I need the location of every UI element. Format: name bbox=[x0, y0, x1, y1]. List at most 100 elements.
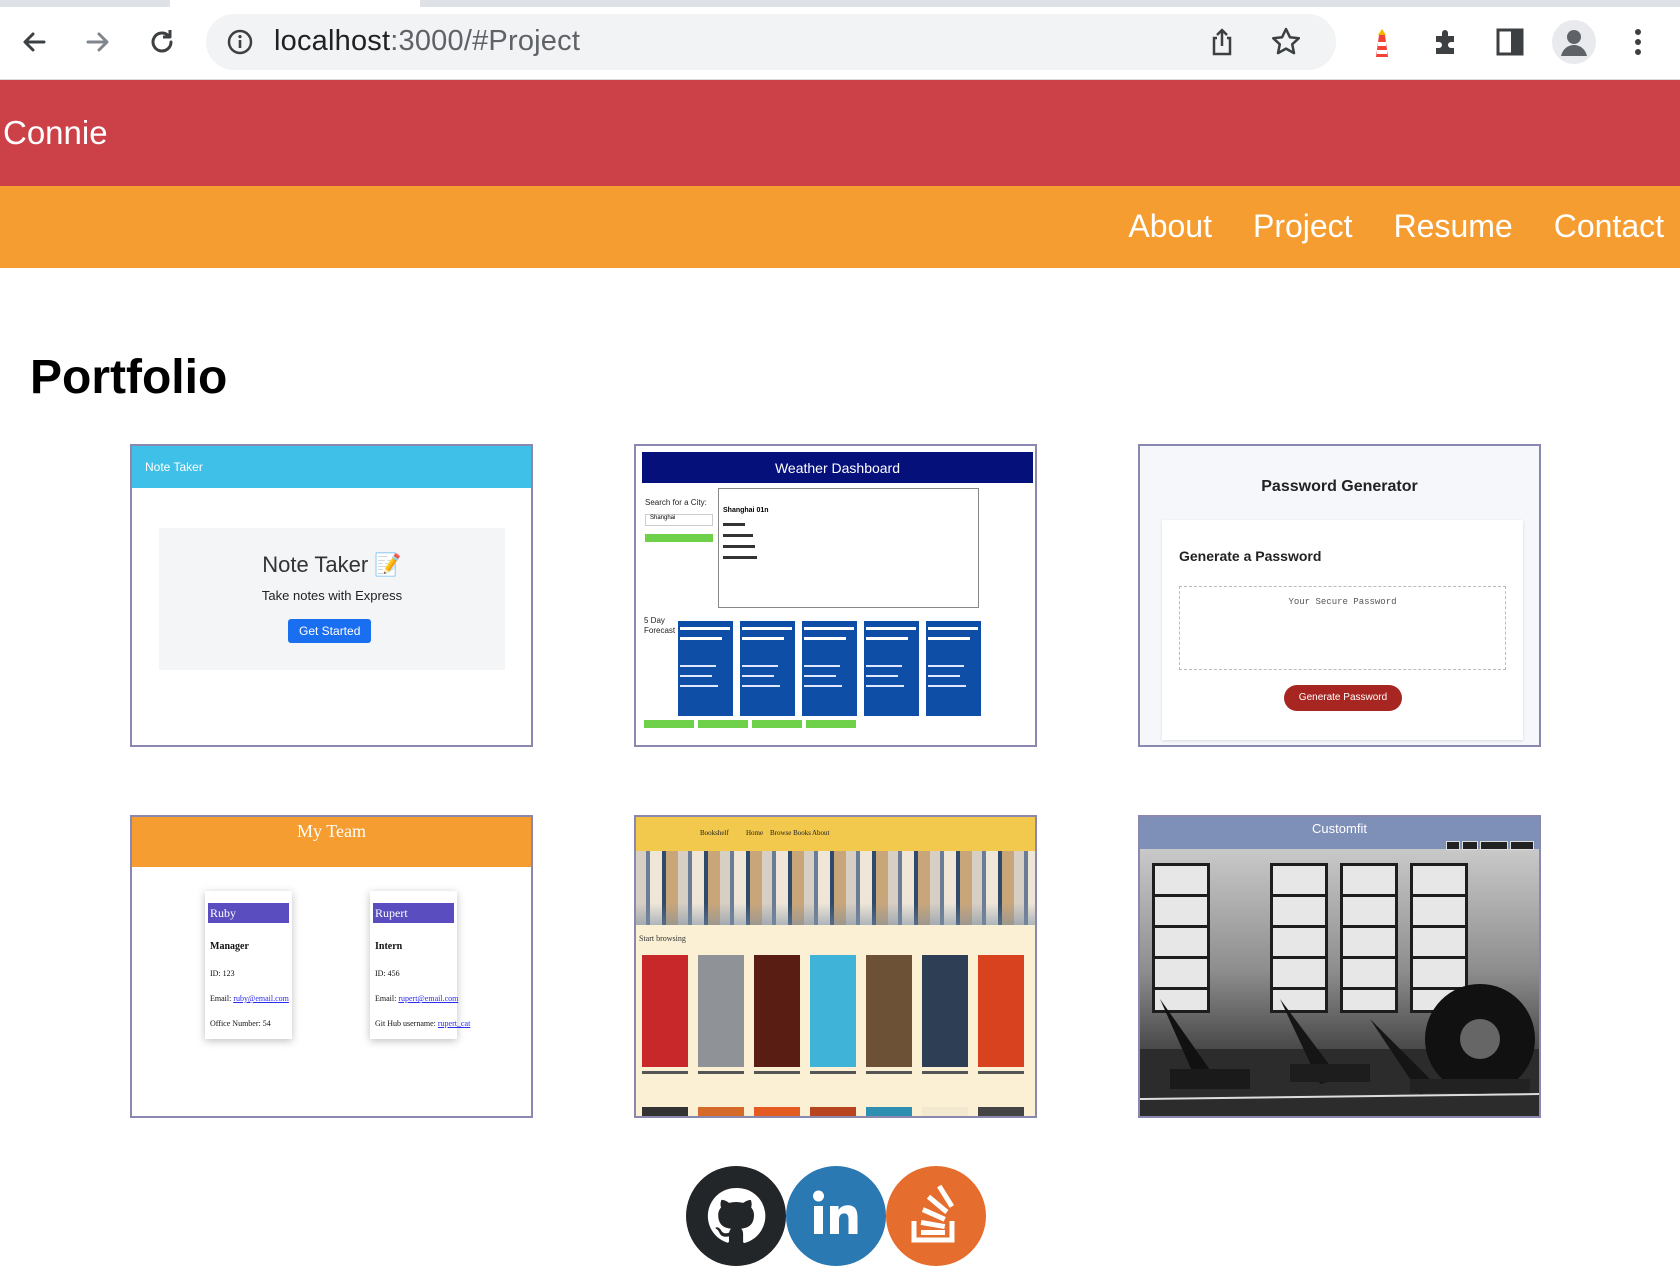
history-button bbox=[806, 720, 856, 728]
password-generator-screenshot: Password Generator Generate a Password Y… bbox=[1140, 446, 1539, 745]
weather-search-input: Shanghai bbox=[645, 514, 713, 526]
team-member-role: Manager bbox=[210, 941, 249, 952]
book-cover bbox=[754, 1107, 800, 1116]
forward-arrow-icon[interactable] bbox=[76, 20, 120, 64]
bookshelf-browse-section: Start browsing bbox=[636, 925, 1035, 1116]
forecast-day-card bbox=[926, 621, 981, 716]
forecast-day-card bbox=[802, 621, 857, 716]
site-header: Connie bbox=[0, 80, 1680, 186]
gym-equipment-illustration bbox=[1140, 984, 1539, 1116]
password-textarea: Your Secure Password bbox=[1179, 586, 1506, 670]
project-card-password-generator[interactable]: Password Generator Generate a Password Y… bbox=[1138, 444, 1541, 747]
main-nav: About Project Resume Contact bbox=[0, 186, 1680, 268]
team-member-email: Email: rupert@email.com bbox=[375, 994, 458, 1003]
stackoverflow-icon[interactable] bbox=[886, 1166, 986, 1266]
password-panel-heading: Generate a Password bbox=[1179, 548, 1322, 564]
url-host: localhost bbox=[274, 25, 391, 57]
active-tab[interactable] bbox=[170, 0, 420, 7]
history-button bbox=[752, 720, 802, 728]
nav-contact[interactable]: Contact bbox=[1554, 208, 1664, 245]
linkedin-icon[interactable] bbox=[786, 1166, 886, 1266]
profile-icon[interactable] bbox=[1552, 20, 1596, 64]
note-taker-navbar: Note Taker bbox=[132, 446, 531, 488]
weather-detail-line bbox=[723, 523, 745, 526]
customfit-nav-pill bbox=[1462, 841, 1478, 850]
kebab-menu-icon[interactable] bbox=[1616, 20, 1660, 64]
forecast-day-card bbox=[740, 621, 795, 716]
bookshelf-hero-shade bbox=[636, 851, 1035, 925]
project-card-my-team[interactable]: My Team Ruby Manager ID: 123 Email: ruby… bbox=[130, 815, 533, 1118]
book-cover bbox=[866, 955, 912, 1074]
bookshelf-nav-about: About bbox=[812, 829, 830, 837]
team-member-card: Ruby Manager ID: 123 Email: ruby@email.c… bbox=[205, 891, 292, 1039]
bookshelf-nav-home: Home bbox=[746, 829, 764, 837]
book-cover bbox=[698, 955, 744, 1074]
book-cover bbox=[922, 1107, 968, 1116]
weather-city-line: Shanghai 01n bbox=[723, 507, 769, 514]
team-member-id: ID: 456 bbox=[375, 969, 400, 978]
share-icon[interactable] bbox=[1206, 26, 1238, 58]
book-cover bbox=[978, 1107, 1024, 1116]
password-placeholder: Your Secure Password bbox=[1288, 597, 1397, 607]
customfit-nav-pill bbox=[1480, 841, 1508, 850]
project-card-weather-dashboard[interactable]: Weather Dashboard Search for a City: Sha… bbox=[634, 444, 1037, 747]
weather-title: Weather Dashboard bbox=[774, 460, 901, 476]
book-cover bbox=[810, 1107, 856, 1116]
team-header: My Team bbox=[132, 817, 531, 867]
password-panel: Generate a Password Your Secure Password… bbox=[1162, 520, 1523, 740]
nav-resume[interactable]: Resume bbox=[1394, 208, 1513, 245]
book-cover bbox=[642, 1107, 688, 1116]
team-member-github-label: Git Hub username: bbox=[375, 1019, 436, 1028]
weather-header: Weather Dashboard bbox=[642, 452, 1033, 483]
weather-search-label: Search for a City: bbox=[645, 498, 707, 507]
team-title: My Team bbox=[297, 821, 366, 841]
weather-search-button bbox=[645, 534, 713, 542]
team-member-office: Office Number: 54 bbox=[210, 1019, 271, 1028]
bookmark-star-icon[interactable] bbox=[1270, 26, 1302, 58]
generate-password-button: Generate Password bbox=[1284, 685, 1402, 711]
weather-detail-line bbox=[723, 545, 755, 548]
customfit-title: Customfit bbox=[1312, 821, 1367, 836]
project-card-bookshelf[interactable]: Bookshelf Home Browse Books About Start … bbox=[634, 815, 1037, 1118]
nav-project[interactable]: Project bbox=[1253, 208, 1353, 245]
address-bar[interactable]: localhost:3000/#Project bbox=[206, 14, 1336, 70]
history-button bbox=[698, 720, 748, 728]
note-taker-jumbotron: Note Taker 📝 Take notes with Express Get… bbox=[159, 528, 505, 670]
bookshelf-logo: Bookshelf bbox=[700, 829, 729, 837]
project-card-customfit[interactable]: Customfit bbox=[1138, 815, 1541, 1118]
customfit-nav-pill bbox=[1510, 841, 1534, 850]
book-cover bbox=[866, 1107, 912, 1116]
forecast-day-card bbox=[678, 621, 733, 716]
nav-about[interactable]: About bbox=[1128, 208, 1212, 245]
gym-photo bbox=[1140, 849, 1539, 1116]
url-text[interactable]: localhost:3000/#Project bbox=[274, 25, 580, 58]
note-taker-get-started-button: Get Started bbox=[288, 619, 372, 643]
browser-toolbar: localhost:3000/#Project bbox=[0, 0, 1680, 80]
team-member-email-link: ruby@email.com bbox=[233, 994, 289, 1003]
side-panel-icon[interactable] bbox=[1488, 20, 1532, 64]
github-icon[interactable] bbox=[686, 1166, 786, 1266]
note-taker-bar-title: Note Taker bbox=[145, 460, 203, 474]
site-info-icon[interactable] bbox=[226, 28, 254, 56]
book-cover bbox=[698, 1107, 744, 1116]
password-generator-title: Password Generator bbox=[1261, 478, 1418, 495]
book-cover bbox=[978, 955, 1024, 1074]
team-member-email-label: Email: bbox=[375, 994, 397, 1003]
team-member-email-link: rupert@email.com bbox=[398, 994, 459, 1003]
reload-icon[interactable] bbox=[140, 20, 184, 64]
weather-detail-line bbox=[723, 534, 753, 537]
team-member-github-link: rupert_cat bbox=[437, 1019, 471, 1028]
team-member-name: Rupert bbox=[373, 903, 454, 923]
page-title: Portfolio bbox=[30, 351, 228, 404]
note-taker-heading: Note Taker 📝 bbox=[262, 552, 402, 577]
lighthouse-icon[interactable] bbox=[1360, 20, 1404, 64]
forecast-day-card bbox=[864, 621, 919, 716]
back-arrow-icon[interactable] bbox=[12, 20, 56, 64]
weather-forecast-label: 5 Day Forecast bbox=[644, 616, 676, 635]
team-member-card: Rupert Intern ID: 456 Email: rupert@emai… bbox=[370, 891, 470, 1039]
extensions-puzzle-icon[interactable] bbox=[1424, 20, 1468, 64]
team-member-email: Email: ruby@email.com bbox=[210, 994, 289, 1003]
project-card-note-taker[interactable]: Note Taker Note Taker 📝 Take notes with … bbox=[130, 444, 533, 747]
brand-name[interactable]: Connie bbox=[3, 114, 108, 152]
team-member-role: Intern bbox=[375, 941, 403, 952]
